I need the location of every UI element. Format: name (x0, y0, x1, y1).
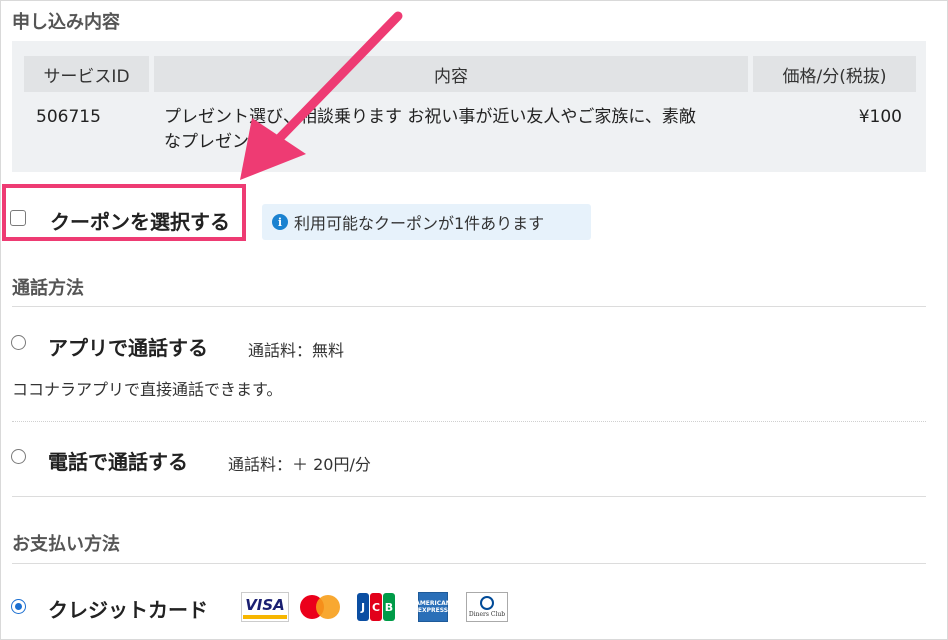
phone-call-label[interactable]: 電話で通話する (48, 446, 188, 475)
mastercard-icon (298, 592, 342, 622)
diners-club-icon: Diners Club (466, 592, 508, 622)
call-method-bottom-divider (12, 496, 926, 497)
cell-content-line1: プレゼント選び、相談乗ります お祝い事が近い友人やご家族に、素敵 (164, 107, 696, 127)
coupon-label[interactable]: クーポンを選択する (50, 206, 230, 235)
cell-content-line2: なプレゼントを (164, 132, 283, 152)
visa-icon: VISA (241, 592, 289, 622)
radio-phone-call[interactable] (11, 449, 26, 464)
cell-price: ¥100 (858, 107, 902, 127)
app-call-description: ココナラアプリで直接通話できます。 (12, 380, 283, 399)
coupon-checkbox[interactable] (10, 210, 26, 226)
call-method-divider (12, 306, 926, 307)
amex-icon: AMERICAN EXPRESS (415, 592, 451, 622)
order-table: サービスID 内容 価格/分(税抜) 506715 プレゼント選び、相談乗ります… (12, 41, 926, 172)
coupon-info-badge: i 利用可能なクーポンが1件あります (262, 204, 591, 240)
cell-service-id: 506715 (36, 107, 101, 127)
app-call-label[interactable]: アプリで通話する (48, 332, 208, 361)
order-section-title: 申し込み内容 (12, 12, 120, 33)
radio-app-call[interactable] (11, 335, 26, 350)
radio-credit-card[interactable] (11, 599, 26, 614)
info-icon: i (272, 214, 288, 230)
header-content: 内容 (154, 56, 748, 92)
app-call-fee: 通話料：無料 (248, 341, 345, 360)
phone-call-fee: 通話料：＋ 20円/分 (228, 455, 371, 474)
payment-section-title: お支払い方法 (12, 534, 120, 555)
header-service-id: サービスID (24, 56, 149, 92)
jcb-icon: J C B (356, 592, 396, 622)
coupon-info-text: 利用可能なクーポンが1件あります (294, 214, 545, 233)
cell-content: プレゼント選び、相談乗ります お祝い事が近い友人やご家族に、素敵 なプレゼントを (164, 105, 754, 155)
payment-divider (12, 563, 926, 564)
header-price: 価格/分(税抜) (753, 56, 916, 92)
credit-card-label[interactable]: クレジットカード (48, 594, 208, 623)
call-option-separator (12, 421, 926, 422)
call-method-section-title: 通話方法 (12, 278, 84, 299)
